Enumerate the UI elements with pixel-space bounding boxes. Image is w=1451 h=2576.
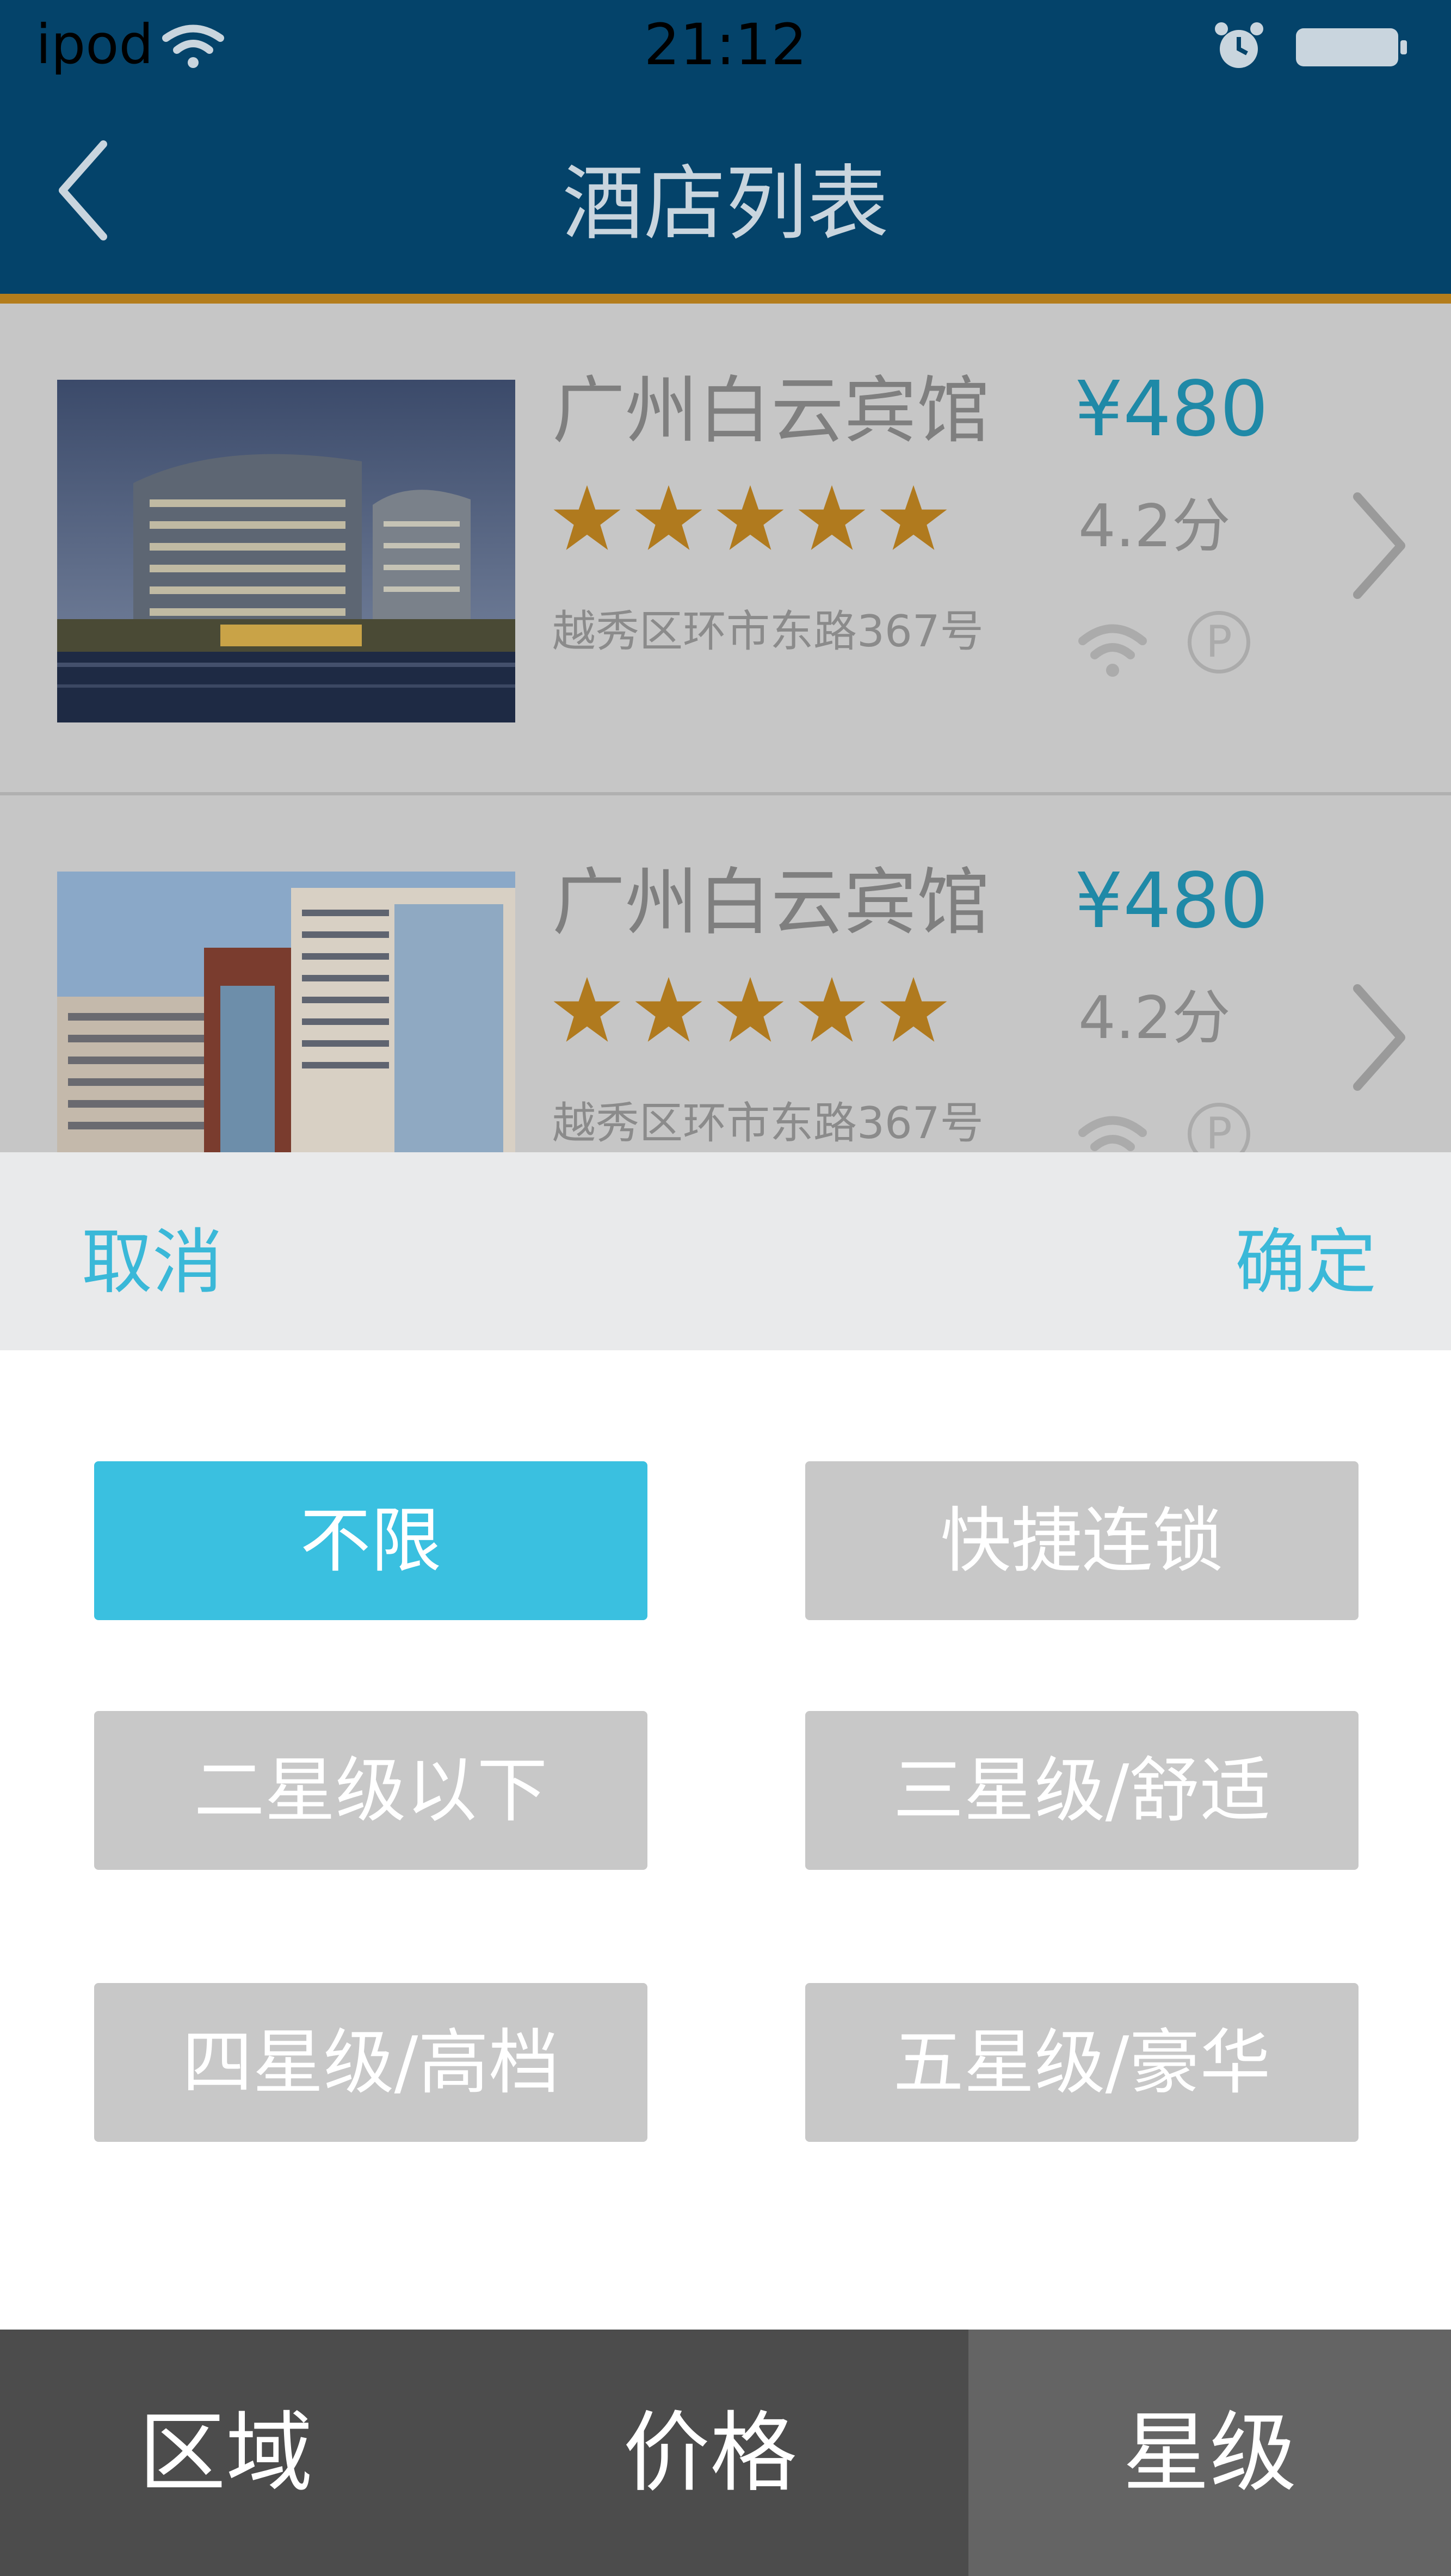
cancel-button[interactable]: 取消	[82, 1219, 223, 1306]
hotel-price: ¥480	[1075, 365, 1269, 454]
wifi-icon	[1078, 624, 1147, 677]
option-three-star[interactable]: 三星级/舒适	[805, 1711, 1359, 1870]
star-icon	[635, 977, 702, 1042]
option-unlimited[interactable]: 不限	[94, 1461, 647, 1620]
hotel-list: 广州白云宾馆 越秀区环市东路367号 ¥480 4.2分 P 广州白云宾馆 越秀…	[0, 304, 1451, 1152]
star-icon	[553, 977, 621, 1042]
parking-icon: P	[1188, 611, 1250, 674]
hotel-address: 越秀区环市东路367号	[552, 1098, 984, 1148]
hotel-address: 越秀区环市东路367号	[552, 606, 984, 657]
star-icon	[717, 485, 784, 550]
star-icon	[635, 485, 702, 550]
hotel-list-item[interactable]: 广州白云宾馆 越秀区环市东路367号 ¥480 4.2分 P	[0, 304, 1451, 795]
wifi-icon	[1078, 1116, 1147, 1151]
hotel-score: 4.2分	[1078, 492, 1231, 560]
option-two-star-below[interactable]: 二星级以下	[94, 1711, 647, 1870]
star-icon	[553, 485, 621, 550]
hotel-price: ¥480	[1075, 857, 1269, 946]
chevron-right-icon	[1353, 984, 1405, 1091]
star-icon	[798, 485, 866, 550]
tab-price[interactable]: 价格	[452, 2330, 968, 2576]
nav-accent-line	[0, 294, 1451, 304]
tab-area[interactable]: 区域	[0, 2330, 452, 2576]
star-icon	[880, 977, 947, 1042]
hotel-photo	[57, 380, 515, 722]
battery-icon	[1296, 28, 1407, 66]
alarm-icon	[1215, 22, 1263, 68]
parking-icon: P	[1188, 1103, 1250, 1152]
option-four-star[interactable]: 四星级/高档	[94, 1983, 647, 2142]
page-title: 酒店列表	[562, 157, 889, 251]
tab-star-rating[interactable]: 星级	[968, 2330, 1451, 2576]
hotel-photo	[57, 872, 515, 1152]
hotel-name: 广州白云宾馆	[552, 368, 990, 453]
chevron-right-icon	[1353, 492, 1405, 599]
star-icon	[880, 485, 947, 550]
option-five-star[interactable]: 五星级/豪华	[805, 1983, 1359, 2142]
option-budget-chain[interactable]: 快捷连锁	[805, 1461, 1359, 1620]
star-rating	[552, 975, 960, 1047]
confirm-button[interactable]: 确定	[1235, 1219, 1376, 1306]
star-icon	[798, 977, 866, 1042]
hotel-name: 广州白云宾馆	[552, 860, 990, 945]
hotel-score: 4.2分	[1078, 984, 1231, 1052]
star-icon	[717, 977, 784, 1042]
star-rating	[552, 483, 960, 555]
hotel-list-item[interactable]: 广州白云宾馆 越秀区环市东路367号 ¥480 4.2分 P	[0, 795, 1451, 1152]
